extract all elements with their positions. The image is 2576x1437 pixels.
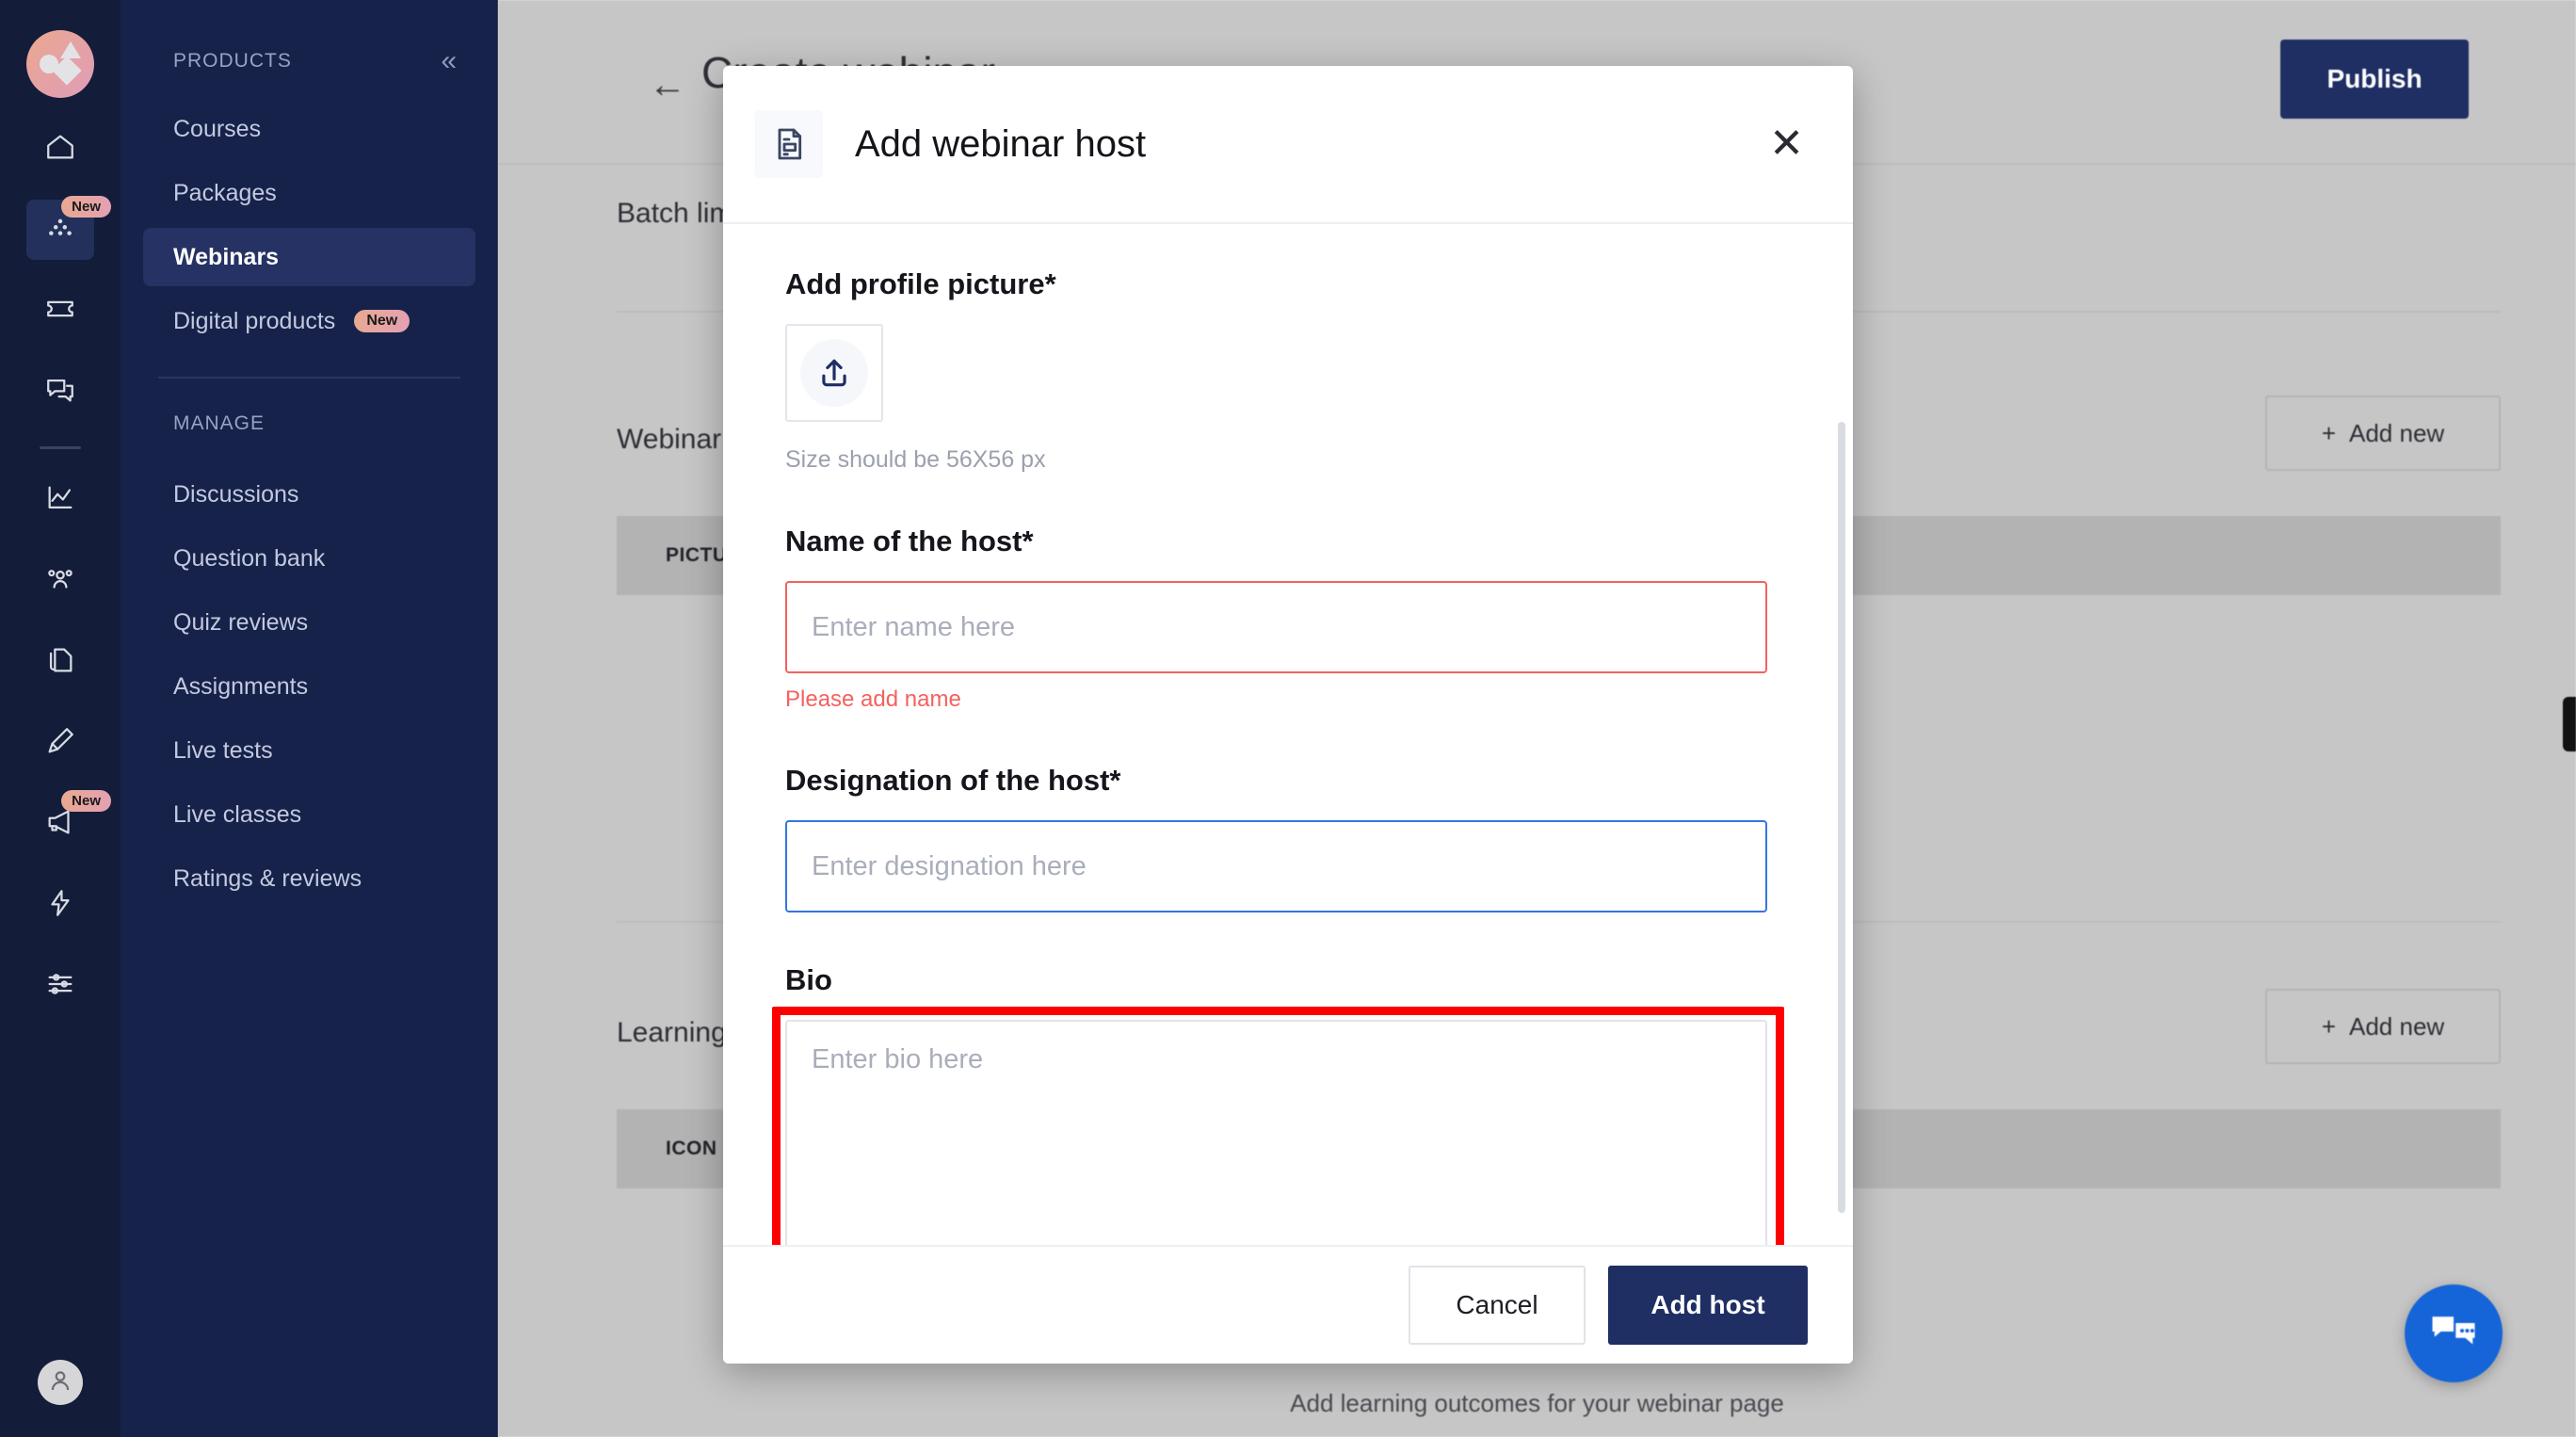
nav-section-products-label: PRODUCTS bbox=[173, 50, 292, 72]
sidebar-item-label: Live tests bbox=[173, 736, 273, 764]
add-new-learning-outcome-button[interactable]: + Add new bbox=[2265, 989, 2501, 1064]
sidebar-item-label: Digital products bbox=[173, 307, 336, 334]
profile-picture-group: Add profile picture* Size should be 56X5… bbox=[785, 267, 1778, 474]
app-root: New New PRODUCTS « Courses Packages Webi… bbox=[0, 0, 2576, 1437]
name-error-message: Please add name bbox=[785, 686, 961, 712]
add-new-label: Add new bbox=[2349, 1011, 2445, 1041]
modal-scrollbar[interactable] bbox=[1838, 422, 1845, 1213]
name-field-label: Name of the host* bbox=[785, 525, 1034, 557]
sidebar-item-label: Courses bbox=[173, 115, 262, 142]
settings-sliders-icon bbox=[44, 968, 76, 1005]
rail-item-automation[interactable] bbox=[26, 875, 94, 935]
rail-item-documents[interactable] bbox=[26, 632, 94, 692]
sidebar-item-label: Question bank bbox=[173, 544, 326, 572]
rail-item-people[interactable] bbox=[26, 551, 94, 611]
learning-outcomes-hint: Add learning outcomes for your webinar p… bbox=[1290, 1389, 1784, 1417]
chat-bubble-icon bbox=[2428, 1306, 2479, 1362]
designation-field-label: Designation of the host* bbox=[785, 764, 1121, 797]
nav-section-manage-label: MANAGE bbox=[173, 412, 266, 434]
design-icon bbox=[44, 725, 76, 762]
rail-item-home[interactable] bbox=[26, 119, 94, 179]
sidebar-item-label: Webinars bbox=[173, 243, 280, 270]
ticket-icon bbox=[44, 293, 76, 330]
brand-logo[interactable] bbox=[26, 30, 94, 98]
sidebar-badge-new: New bbox=[354, 310, 411, 332]
people-icon bbox=[44, 563, 76, 600]
sidebar-item-live-tests[interactable]: Live tests bbox=[143, 721, 475, 780]
sidebar-item-label: Assignments bbox=[173, 672, 309, 700]
modal-body[interactable]: Add profile picture* Size should be 56X5… bbox=[723, 224, 1853, 1245]
bio-wrapper bbox=[772, 1007, 1784, 1245]
chat-icon bbox=[44, 374, 76, 411]
rail-divider bbox=[40, 446, 81, 449]
rail-item-tickets[interactable] bbox=[26, 281, 94, 341]
modal-footer: Cancel Add host bbox=[723, 1245, 1853, 1364]
documents-icon bbox=[44, 644, 76, 681]
profile-picture-upload-button[interactable] bbox=[785, 324, 883, 422]
nav-products-list: Courses Packages Webinars Digital produc… bbox=[121, 100, 498, 350]
rail-badge-new: New bbox=[61, 196, 111, 218]
lightning-icon bbox=[44, 887, 76, 924]
sidebar-item-label: Packages bbox=[173, 179, 277, 206]
nav-header: PRODUCTS « bbox=[121, 0, 498, 75]
back-arrow-icon[interactable]: ← bbox=[649, 64, 686, 106]
nav-panel: PRODUCTS « Courses Packages Webinars Dig… bbox=[121, 0, 498, 1437]
designation-input[interactable] bbox=[785, 820, 1767, 912]
add-new-webinar-host-button[interactable]: + Add new bbox=[2265, 396, 2501, 471]
nav-manage-list: Discussions Question bank Quiz reviews A… bbox=[121, 465, 498, 908]
add-new-label: Add new bbox=[2349, 418, 2445, 447]
logo-triangle-shape bbox=[60, 41, 81, 58]
bio-field-group: Bio bbox=[772, 963, 1784, 1245]
modal-header: Add webinar host ✕ bbox=[723, 66, 1853, 224]
chat-support-button[interactable] bbox=[2405, 1284, 2503, 1382]
sidebar-item-digital-products[interactable]: Digital products New bbox=[143, 292, 475, 350]
cancel-button[interactable]: Cancel bbox=[1409, 1266, 1586, 1345]
sidebar-item-quiz-reviews[interactable]: Quiz reviews bbox=[143, 593, 475, 652]
rail-item-design[interactable] bbox=[26, 713, 94, 773]
bio-textarea[interactable] bbox=[785, 1020, 1767, 1245]
add-webinar-host-modal: Add webinar host ✕ Add profile picture* … bbox=[723, 66, 1853, 1364]
avatar-icon bbox=[46, 1366, 74, 1399]
user-avatar[interactable] bbox=[38, 1360, 83, 1405]
edge-drawer-handle[interactable] bbox=[2563, 697, 2576, 751]
rail-item-settings[interactable] bbox=[26, 956, 94, 1016]
analytics-icon bbox=[44, 482, 76, 519]
sidebar-item-discussions[interactable]: Discussions bbox=[143, 465, 475, 524]
rail-item-analytics[interactable] bbox=[26, 470, 94, 530]
rail-item-discussions[interactable] bbox=[26, 362, 94, 422]
home-icon bbox=[44, 131, 76, 168]
sidebar-item-label: Discussions bbox=[173, 480, 299, 508]
publish-button[interactable]: Publish bbox=[2280, 40, 2469, 119]
close-icon[interactable]: ✕ bbox=[1769, 123, 1804, 165]
designation-field-group: Designation of the host* bbox=[785, 764, 1778, 912]
profile-picture-hint: Size should be 56X56 px bbox=[785, 446, 1046, 473]
sidebar-item-packages[interactable]: Packages bbox=[143, 164, 475, 222]
document-host-icon bbox=[755, 110, 823, 178]
sidebar-item-courses[interactable]: Courses bbox=[143, 100, 475, 158]
collapse-sidebar-icon[interactable]: « bbox=[441, 47, 457, 75]
sidebar-item-label: Quiz reviews bbox=[173, 608, 309, 636]
bio-field-label: Bio bbox=[785, 963, 832, 996]
upload-icon bbox=[800, 339, 868, 407]
rail-item-products[interactable]: New bbox=[26, 196, 111, 260]
sidebar-item-webinars[interactable]: Webinars bbox=[143, 228, 475, 286]
sidebar-item-question-bank[interactable]: Question bank bbox=[143, 529, 475, 588]
sidebar-item-label: Live classes bbox=[173, 800, 302, 828]
rail-item-announcements[interactable]: New bbox=[26, 790, 111, 854]
sidebar-item-label: Ratings & reviews bbox=[173, 864, 362, 892]
sidebar-item-assignments[interactable]: Assignments bbox=[143, 657, 475, 716]
name-input[interactable] bbox=[785, 581, 1767, 673]
sidebar-item-ratings-reviews[interactable]: Ratings & reviews bbox=[143, 849, 475, 908]
rail-badge-new-2: New bbox=[61, 790, 111, 812]
modal-title: Add webinar host bbox=[855, 122, 1147, 165]
column-header-icon: ICON bbox=[666, 1138, 717, 1159]
plus-icon: + bbox=[2321, 1011, 2336, 1041]
plus-icon: + bbox=[2321, 418, 2336, 447]
add-host-button[interactable]: Add host bbox=[1608, 1266, 1808, 1345]
icon-rail: New New bbox=[0, 0, 121, 1437]
nav-divider bbox=[158, 377, 460, 379]
sidebar-item-live-classes[interactable]: Live classes bbox=[143, 785, 475, 844]
profile-picture-label: Add profile picture* bbox=[785, 267, 1056, 300]
name-field-group: Name of the host* Please add name bbox=[785, 525, 1778, 713]
